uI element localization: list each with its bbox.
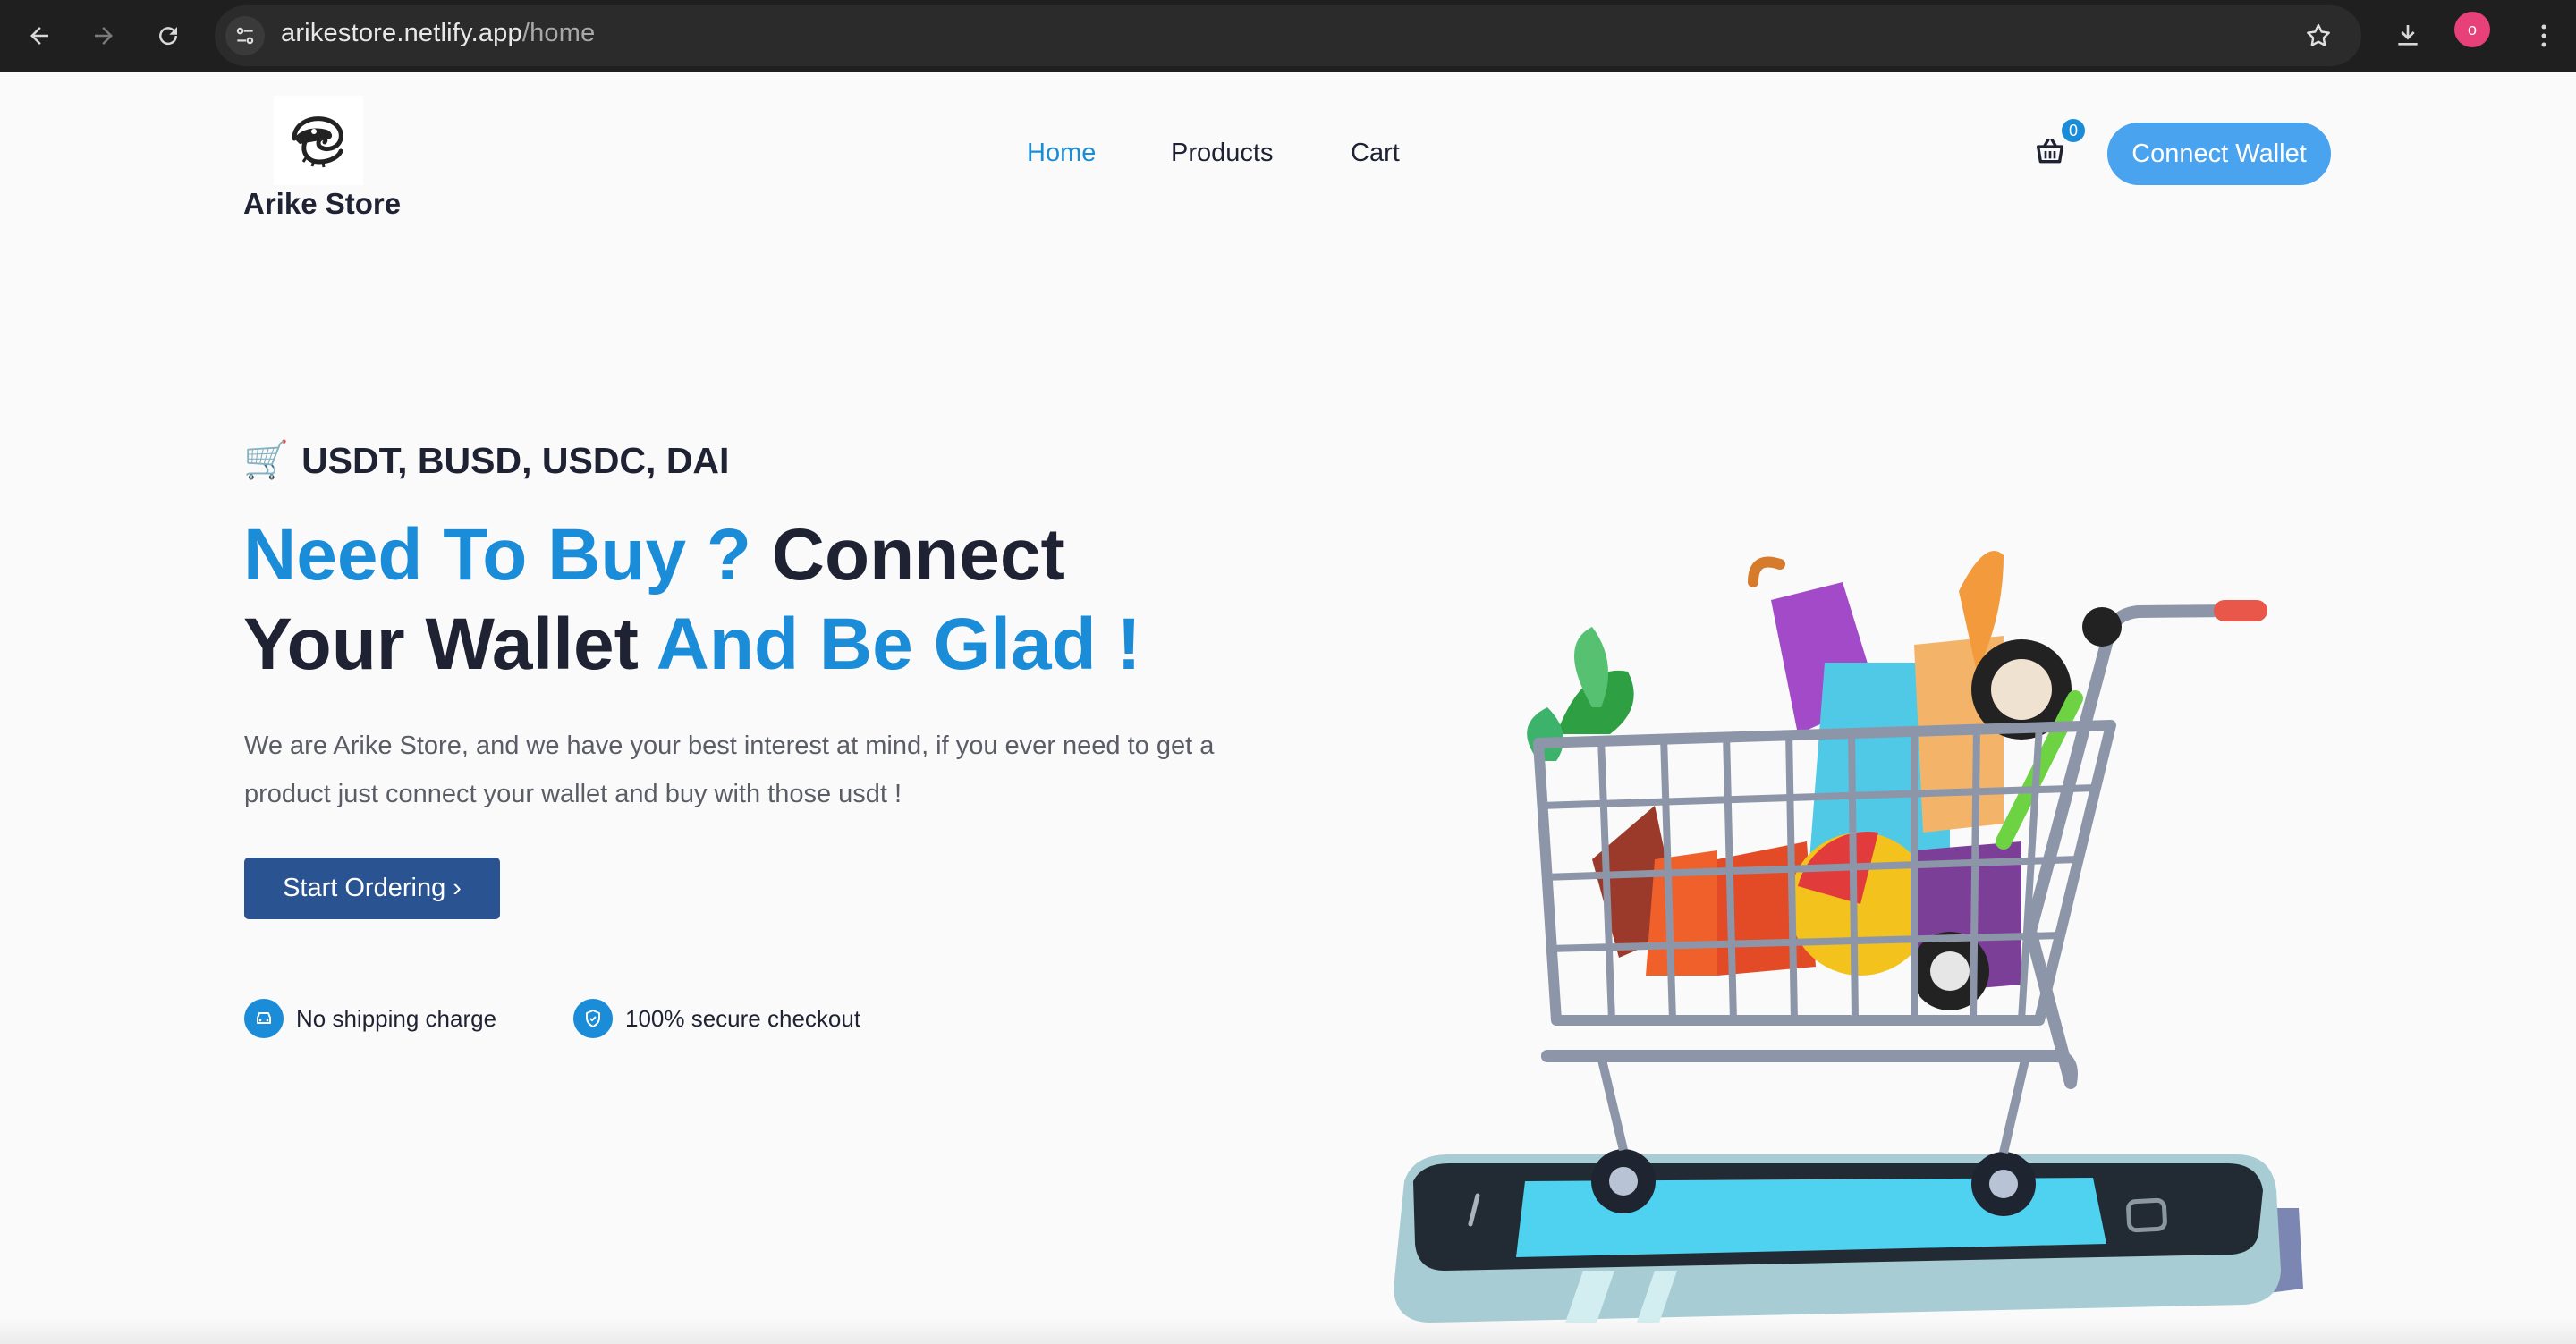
logo[interactable] [274,96,363,185]
nav-cart-link[interactable]: Cart [1351,139,1400,168]
shield-icon [573,999,613,1038]
cart-emoji-icon: 🛒 [243,439,290,480]
feature-label: 100% secure checkout [625,1004,861,1032]
reload-icon[interactable] [147,14,190,57]
hero-description: We are Arike Store, and we have your bes… [244,731,1215,808]
page-bottom-shadow [0,1317,2576,1344]
headline-part3: Your Wallet [243,604,639,685]
forward-icon[interactable] [82,14,125,57]
feature-no-shipping: No shipping charge [244,999,496,1038]
nav-home-link[interactable]: Home [1027,139,1096,168]
back-icon[interactable] [18,14,61,57]
chameleon-logo-icon [292,116,343,168]
url-host: arikestore.netlify.app [281,19,522,47]
nav-products-link[interactable]: Products [1171,139,1273,168]
url-text: arikestore.netlify.app/home [281,19,595,48]
url-path: /home [521,19,596,47]
currency-tagline: 🛒 USDT, BUSD, USDC, DAI [243,439,729,482]
headline-part1: Need To Buy ? [243,514,751,596]
page-content: Arike Store Home Products Cart 0 Connect… [0,72,2576,1344]
car-icon [244,999,284,1038]
connect-wallet-button[interactable]: Connect Wallet [2107,123,2331,185]
brand-name[interactable]: Arike Store [243,187,401,221]
headline-part2: Connect [771,514,1065,596]
address-bar[interactable]: arikestore.netlify.app/home [215,5,2361,66]
site-info-icon[interactable] [225,16,265,55]
feature-label: No shipping charge [296,1004,497,1032]
feature-secure-checkout: 100% secure checkout [573,999,860,1038]
shopping-cart-illustration [1394,551,2303,1323]
cart-count-badge: 0 [2062,119,2085,142]
bookmark-star-icon[interactable] [2304,21,2333,55]
hero-headline: Need To Buy ? Connect Your Wallet And Be… [243,511,1317,689]
kebab-menu-icon[interactable] [2522,14,2565,57]
profile-avatar[interactable]: o [2454,12,2490,47]
browser-toolbar: arikestore.netlify.app/home o [0,0,2576,72]
download-icon[interactable] [2386,14,2429,57]
headline-part4: And Be Glad ! [656,604,1141,685]
tagline-text: USDT, BUSD, USDC, DAI [301,439,730,481]
start-ordering-button[interactable]: Start Ordering › [244,858,500,919]
